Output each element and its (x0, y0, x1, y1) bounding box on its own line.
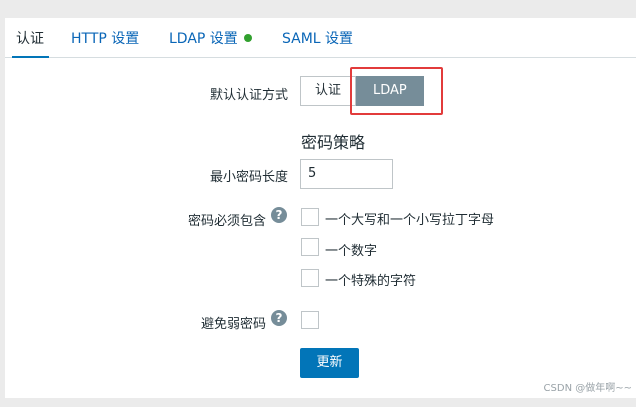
min-length-label: 最小密码长度 (209, 170, 288, 185)
annotation-highlight-box (350, 67, 443, 115)
tab-http-settings-label: HTTP 设置 (71, 31, 140, 47)
default-auth-label: 默认认证方式 (209, 88, 288, 103)
avoid-weak-label: 避免弱密码 (200, 317, 266, 332)
watermark: CSDN @做年啊~~ (543, 383, 632, 394)
tab-bar: 认证 HTTP 设置 LDAP 设置 SAML 设置 (5, 18, 636, 58)
update-button[interactable]: 更新 (300, 348, 359, 378)
ldap-status-dot (243, 34, 252, 42)
avoid-weak-help-icon[interactable]: ? (271, 310, 287, 326)
bottom-background (0, 398, 636, 407)
top-background (0, 0, 636, 5)
must-contain-help-icon[interactable]: ? (271, 207, 287, 223)
checkbox-special-char-label: 一个特殊的字符 (325, 274, 417, 289)
authentication-panel: 认证 HTTP 设置 LDAP 设置 SAML 设置 默认认证方式 认证 LDA… (5, 18, 636, 398)
checkbox-upper-lower-latin-label: 一个大写和一个小写拉丁字母 (325, 213, 495, 228)
checkbox-upper-lower-latin[interactable] (301, 208, 319, 226)
checkbox-special-char[interactable] (301, 269, 319, 287)
tab-http-settings[interactable]: HTTP 设置 (71, 18, 139, 57)
tab-authentication[interactable]: 认证 (12, 18, 49, 58)
tab-authentication-label: 认证 (16, 31, 44, 47)
checkbox-avoid-weak[interactable] (301, 311, 319, 329)
checkbox-digit[interactable] (301, 238, 319, 256)
auth-option-internal-button[interactable]: 认证 (300, 76, 357, 106)
must-contain-label: 密码必须包含 (187, 214, 266, 229)
tab-ldap-settings-label: LDAP 设置 (169, 31, 238, 47)
tab-saml-settings[interactable]: SAML 设置 (282, 18, 353, 57)
tab-saml-settings-label: SAML 设置 (282, 31, 354, 47)
password-policy-title: 密码策略 (301, 133, 366, 152)
min-length-input[interactable]: 5 (300, 159, 393, 189)
checkbox-digit-label: 一个数字 (325, 244, 378, 259)
tab-ldap-settings[interactable]: LDAP 设置 (169, 18, 252, 57)
